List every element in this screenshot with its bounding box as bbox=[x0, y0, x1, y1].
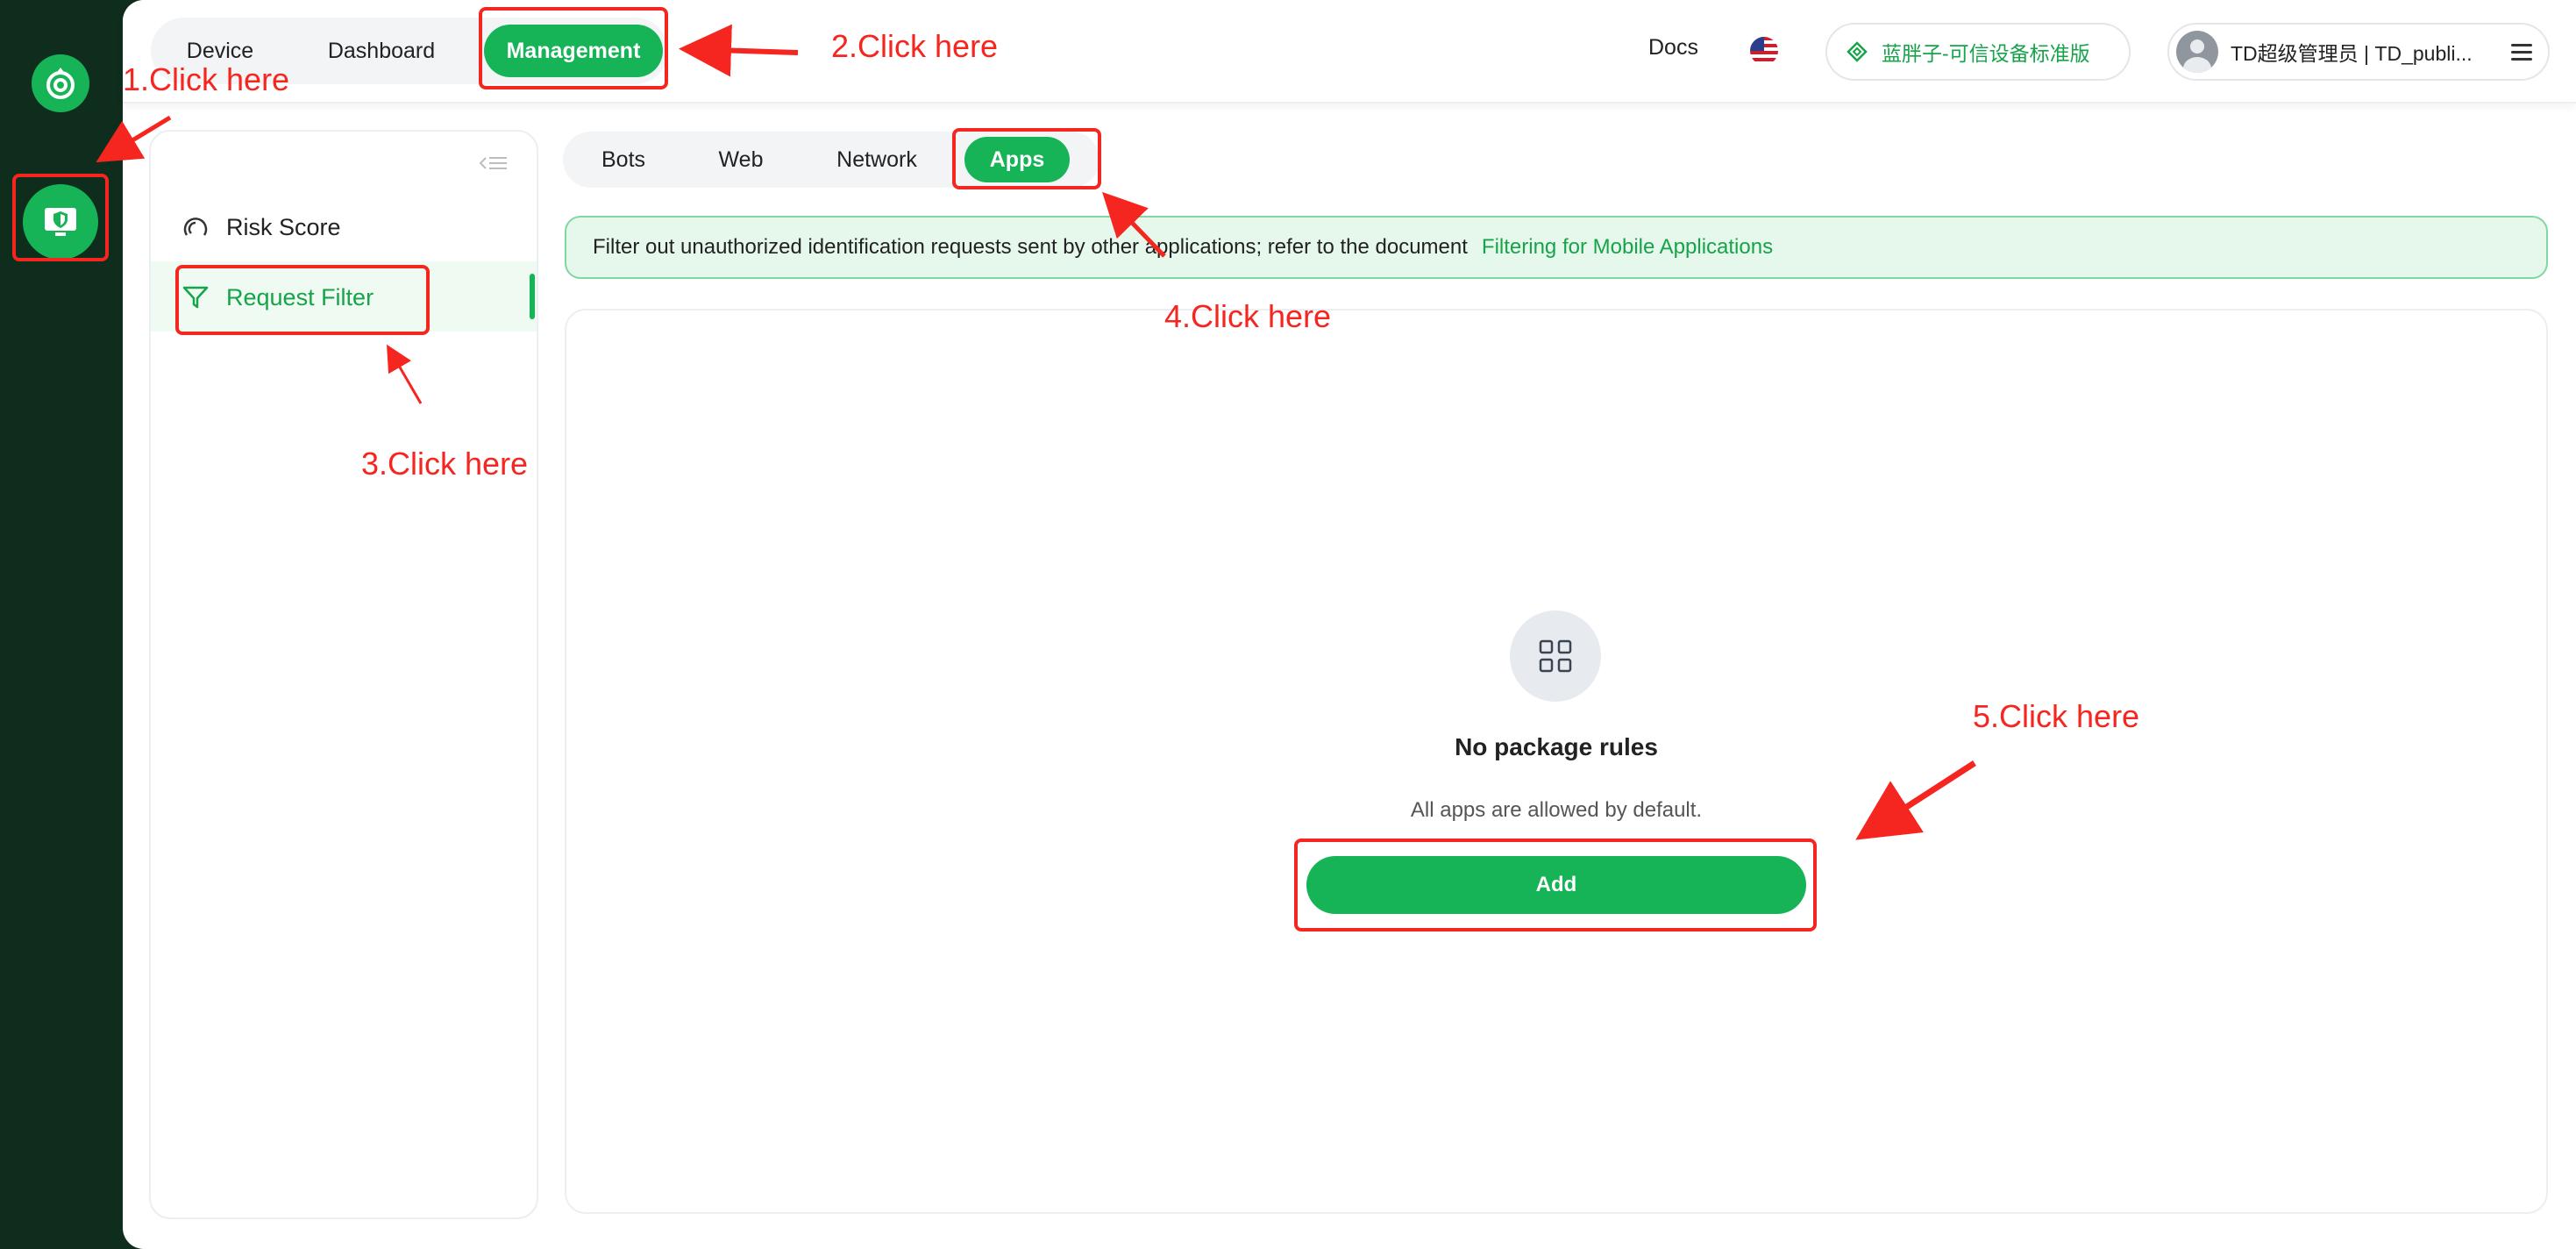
docs-link[interactable]: Docs bbox=[1648, 35, 1698, 61]
annotation-box-rail bbox=[12, 174, 109, 261]
gauge-icon bbox=[183, 218, 208, 236]
plan-label: 蓝胖子-可信设备标准版 bbox=[1882, 42, 2090, 65]
content-card bbox=[565, 309, 2548, 1214]
annotation-box-request-filter bbox=[175, 265, 430, 335]
doc-link[interactable]: Filtering for Mobile Applications bbox=[1482, 235, 1773, 260]
sidebar-active-indicator bbox=[530, 274, 535, 319]
us-flag-icon[interactable] bbox=[1750, 37, 1778, 65]
empty-state-title: No package rules bbox=[1455, 733, 1658, 760]
annotation-label-2: 2.Click here bbox=[831, 28, 999, 64]
hamburger-menu-icon[interactable] bbox=[2511, 43, 2532, 61]
user-menu[interactable]: TD超级管理员 | TD_publi... bbox=[2167, 23, 2550, 81]
info-banner: Filter out unauthorized identification r… bbox=[565, 216, 2548, 279]
brand-logo-icon[interactable] bbox=[32, 54, 89, 112]
plan-badge[interactable]: 蓝胖子-可信设备标准版 bbox=[1825, 23, 2131, 81]
annotation-label-1: 1.Click here bbox=[123, 61, 290, 97]
annotation-label-4: 4.Click here bbox=[1164, 298, 1332, 334]
grid-apps-icon bbox=[1510, 610, 1601, 702]
diamond-icon bbox=[1847, 41, 1868, 62]
annotation-box-apps bbox=[952, 128, 1101, 189]
sidebar-item-risk-score[interactable]: Risk Score bbox=[181, 196, 341, 258]
avatar bbox=[2176, 31, 2218, 73]
annotation-label-5: 5.Click here bbox=[1973, 698, 2140, 734]
annotation-label-3: 3.Click here bbox=[361, 446, 529, 482]
collapse-sidebar-icon[interactable] bbox=[479, 153, 509, 180]
sidebar-item-label: Risk Score bbox=[226, 213, 341, 240]
info-text: Filter out unauthorized identification r… bbox=[593, 235, 1468, 259]
tab-bots[interactable]: Bots bbox=[584, 132, 663, 188]
empty-state-description: All apps are allowed by default. bbox=[1410, 798, 1703, 822]
nav-dashboard[interactable]: Dashboard bbox=[316, 18, 447, 84]
annotation-box-add bbox=[1294, 839, 1817, 931]
annotation-box-management bbox=[479, 7, 668, 89]
tab-web[interactable]: Web bbox=[701, 132, 780, 188]
user-label: TD超级管理员 | TD_publi... bbox=[2231, 42, 2473, 65]
tab-network[interactable]: Network bbox=[824, 132, 929, 188]
